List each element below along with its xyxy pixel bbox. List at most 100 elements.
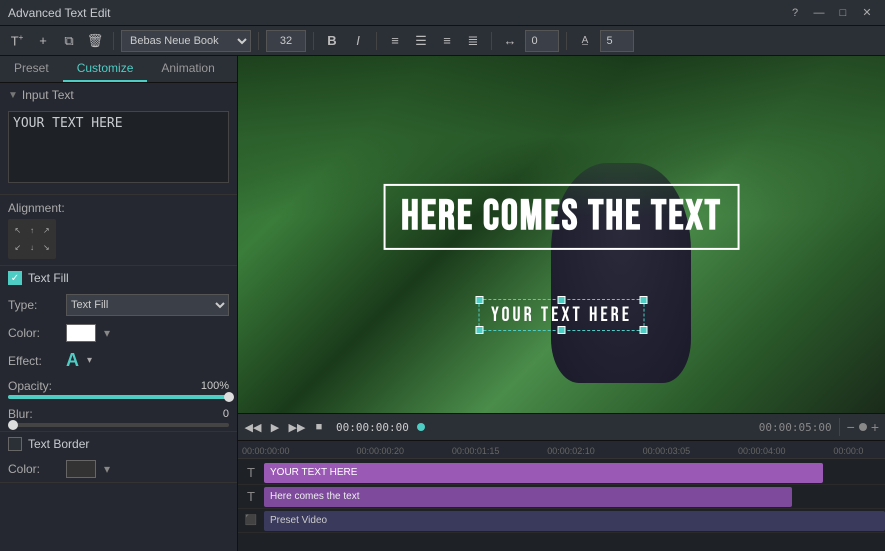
stop-icon: ■ bbox=[316, 421, 323, 433]
align-bottom-right[interactable]: ↘ bbox=[40, 240, 53, 257]
align-bottom-center[interactable]: ↓ bbox=[25, 240, 38, 257]
sep3 bbox=[313, 32, 314, 50]
video-preview: HERE COMES THE TEXT YOUR TEXT HERE bbox=[238, 56, 885, 413]
opacity-thumb[interactable] bbox=[224, 392, 234, 402]
spacing-button[interactable]: ↔ bbox=[499, 30, 521, 52]
forward-icon: ▶▶ bbox=[289, 421, 306, 434]
text-fill-section: Text Fill Type: Text Fill Color: ▾ Effec… bbox=[0, 266, 237, 432]
effect-dropdown[interactable]: ▾ bbox=[87, 355, 92, 366]
spacing-input[interactable] bbox=[525, 30, 559, 52]
delete-button[interactable]: 🗑 bbox=[84, 30, 106, 52]
bold-button[interactable]: B bbox=[321, 30, 343, 52]
blur-thumb[interactable] bbox=[8, 420, 18, 430]
forward-button[interactable]: ▶▶ bbox=[288, 418, 306, 436]
alignment-grid: ↖ ↑ ↗ ↙ ↓ ↘ bbox=[8, 219, 56, 259]
sep-zoom bbox=[839, 418, 840, 436]
input-text-field[interactable]: YOUR TEXT HERE bbox=[8, 111, 229, 183]
sep4 bbox=[376, 32, 377, 50]
type-row: Type: Text Fill bbox=[0, 290, 237, 320]
opacity-label: Opacity: bbox=[8, 379, 52, 393]
align-top-right[interactable]: ↗ bbox=[40, 222, 53, 239]
italic-button[interactable]: I bbox=[347, 30, 369, 52]
copy-icon: ⧉ bbox=[64, 33, 73, 49]
opacity-slider[interactable] bbox=[8, 395, 229, 399]
tab-preset[interactable]: Preset bbox=[0, 56, 63, 82]
color-swatch[interactable] bbox=[66, 324, 96, 342]
rewind-button[interactable]: ◀◀ bbox=[244, 418, 262, 436]
play-button[interactable]: ▶ bbox=[266, 418, 284, 436]
text-fill-toggle[interactable]: Text Fill bbox=[0, 266, 237, 290]
text-fill-checkbox[interactable] bbox=[8, 271, 22, 285]
tab-animation[interactable]: Animation bbox=[147, 56, 228, 82]
help-button[interactable]: ? bbox=[785, 5, 805, 21]
handle-bl[interactable] bbox=[475, 326, 483, 334]
font-select[interactable]: Bebas Neue Book bbox=[121, 30, 251, 52]
time-current: 00:00:00:00 bbox=[336, 421, 409, 434]
clip-subtitle-1[interactable]: Here comes the text bbox=[264, 487, 792, 507]
color-dropdown-icon[interactable]: ▾ bbox=[104, 326, 110, 340]
close-button[interactable]: ✕ bbox=[857, 5, 877, 21]
text-border-section: Text Border Color: ▾ bbox=[0, 432, 237, 483]
minimize-button[interactable]: — bbox=[809, 5, 829, 21]
handle-tl[interactable] bbox=[475, 296, 483, 304]
align-left-icon: ≡ bbox=[391, 33, 399, 48]
zoom-in-button[interactable]: + bbox=[871, 420, 879, 434]
blur-row: Blur: 0 bbox=[0, 403, 237, 431]
clip-subtitle-label: Here comes the text bbox=[270, 491, 359, 502]
stop-button[interactable]: ■ bbox=[310, 418, 328, 436]
border-color-dropdown[interactable]: ▾ bbox=[104, 462, 110, 476]
handle-br[interactable] bbox=[640, 326, 648, 334]
clip-text-1-label: YOUR TEXT HERE bbox=[270, 467, 357, 478]
track-3-icon: ⬛ bbox=[238, 515, 264, 526]
handle-bm[interactable] bbox=[557, 326, 565, 334]
ruler-marks: 00:00:00:00 00:00:00:20 00:00:01:15 00:0… bbox=[238, 446, 885, 458]
timeline-tracks: T YOUR TEXT HERE T Here comes the text bbox=[238, 459, 885, 535]
align-right-button[interactable]: ≡ bbox=[436, 30, 458, 52]
maximize-button[interactable]: □ bbox=[833, 5, 853, 21]
clip-video-1[interactable]: Preset Video bbox=[264, 511, 885, 531]
track-1-content[interactable]: YOUR TEXT HERE bbox=[264, 463, 885, 483]
text-border-checkbox[interactable] bbox=[8, 437, 22, 451]
text-overlay-box: HERE COMES THE TEXT bbox=[383, 184, 740, 250]
toolbar: T+ + ⧉ 🗑 Bebas Neue Book 32 B I ≡ ☰ ≡ ≣ … bbox=[0, 26, 885, 56]
text-style-button[interactable]: A̲ bbox=[574, 30, 596, 52]
handle-tr[interactable] bbox=[640, 296, 648, 304]
clip-text-1[interactable]: YOUR TEXT HERE bbox=[264, 463, 823, 483]
sub-text-overlay[interactable]: YOUR TEXT HERE bbox=[478, 299, 645, 331]
add-element-button[interactable]: + bbox=[32, 30, 54, 52]
ruler-0: 00:00:00:00 bbox=[242, 446, 356, 458]
ruler-2: 00:00:01:15 bbox=[452, 446, 547, 458]
zoom-indicator bbox=[859, 423, 867, 431]
add-text-button[interactable]: T+ bbox=[6, 30, 28, 52]
alignment-section: Alignment: ↖ ↑ ↗ ↙ ↓ ↘ bbox=[0, 195, 237, 266]
text-border-toggle[interactable]: Text Border bbox=[0, 432, 237, 456]
track-3-content[interactable]: Preset Video bbox=[264, 511, 885, 531]
blur-slider[interactable] bbox=[8, 423, 229, 427]
color-label: Color: bbox=[8, 326, 58, 340]
playback-bar: ◀◀ ▶ ▶▶ ■ 00:00:00:00 00:00:05:00 − + bbox=[238, 413, 885, 441]
align-center-button[interactable]: ☰ bbox=[410, 30, 432, 52]
align-left-button[interactable]: ≡ bbox=[384, 30, 406, 52]
input-text-label: Input Text bbox=[22, 88, 74, 102]
type-select[interactable]: Text Fill bbox=[66, 294, 229, 316]
align-bottom-left[interactable]: ↙ bbox=[11, 240, 24, 257]
sep1 bbox=[113, 32, 114, 50]
copy-button[interactable]: ⧉ bbox=[58, 30, 80, 52]
zoom-out-button[interactable]: − bbox=[847, 420, 855, 434]
align-top-center[interactable]: ↑ bbox=[25, 222, 38, 239]
tab-customize[interactable]: Customize bbox=[63, 56, 148, 82]
border-color-label: Color: bbox=[8, 462, 58, 476]
progress-indicator bbox=[417, 423, 425, 431]
handle-tm[interactable] bbox=[557, 296, 565, 304]
align-justify-button[interactable]: ≣ bbox=[462, 30, 484, 52]
border-color-swatch[interactable] bbox=[66, 460, 96, 478]
color-row: Color: ▾ bbox=[0, 320, 237, 346]
ruler-4: 00:00:03:05 bbox=[643, 446, 738, 458]
text-size-input[interactable] bbox=[600, 30, 634, 52]
align-top-left[interactable]: ↖ bbox=[11, 222, 24, 239]
track-2-content[interactable]: Here comes the text bbox=[264, 487, 885, 507]
input-text-header[interactable]: ▼ Input Text bbox=[0, 83, 237, 107]
type-label: Type: bbox=[8, 298, 58, 312]
timeline-ruler: 00:00:00:00 00:00:00:20 00:00:01:15 00:0… bbox=[238, 441, 885, 459]
align-right-icon: ≡ bbox=[443, 33, 451, 48]
